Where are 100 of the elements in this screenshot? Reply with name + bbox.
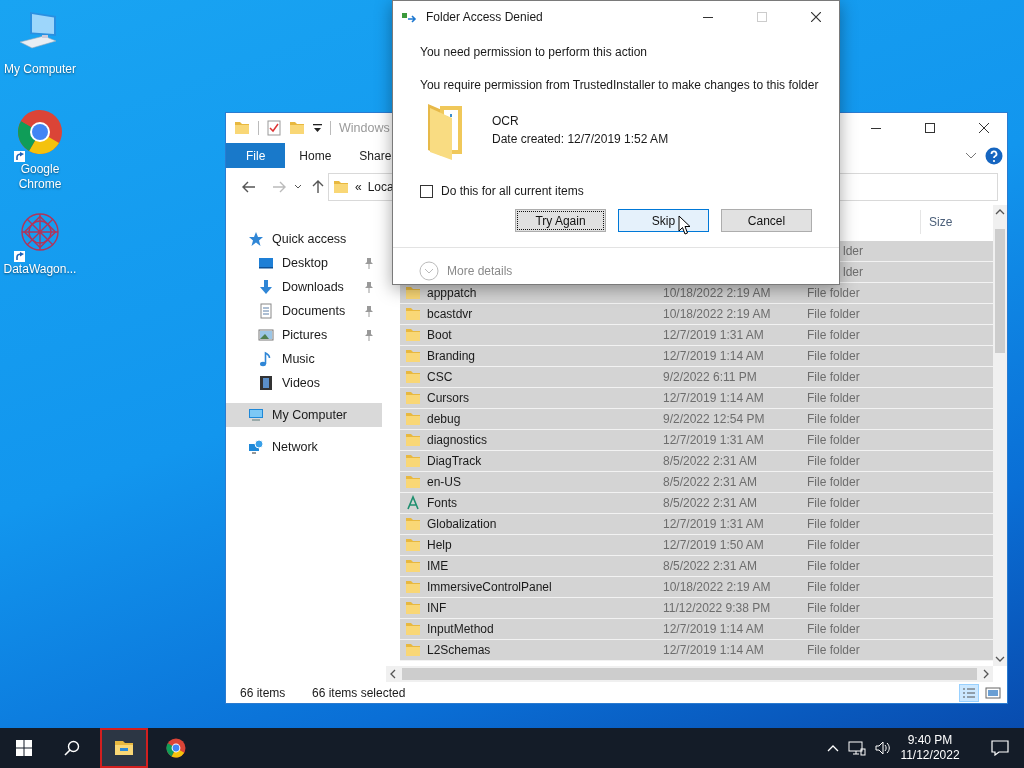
file-row[interactable]: INF 11/12/2022 9:38 PM File folder [400, 598, 993, 619]
folder-icon [405, 621, 421, 637]
folder-icon [405, 285, 421, 301]
checkbox[interactable]: Do this for all current items [420, 182, 584, 200]
type-cell-text: File folder [807, 474, 860, 491]
folder-icon [333, 178, 349, 195]
up-icon[interactable] [312, 179, 324, 194]
file-row[interactable]: Branding 12/7/2019 1:14 AM File folder [400, 346, 993, 367]
recent-dropdown-icon[interactable] [294, 183, 302, 190]
dialog-button[interactable]: Try Again [515, 209, 606, 232]
type-cell-text: File folder [807, 600, 860, 617]
date-cell-text: 8/5/2022 2:31 AM [663, 558, 759, 575]
details-view-icon[interactable] [959, 683, 979, 702]
folder-icon [405, 327, 421, 343]
close-icon [979, 123, 989, 133]
nav-item[interactable]: Videos [226, 371, 382, 395]
date-cell-text: 11/12/2022 9:38 PM [663, 600, 772, 617]
vertical-scrollbar[interactable] [993, 205, 1007, 666]
type-cell-text: File folder [807, 348, 860, 365]
nav-item[interactable]: Desktop [226, 251, 382, 275]
file-row[interactable]: IME 8/5/2022 2:31 AM File folder [400, 556, 993, 577]
horizontal-scrollbar[interactable] [386, 666, 993, 682]
type-cell-text: File folder [807, 327, 860, 344]
properties-icon[interactable] [267, 120, 281, 136]
file-row[interactable]: en-US 8/5/2022 2:31 AM File folder [400, 472, 993, 493]
clock[interactable]: 9:40 PM 11/12/2022 [900, 733, 960, 763]
date-cell-text: 12/7/2019 1:14 AM [663, 621, 765, 638]
date-cell-text: 10/18/2022 2:19 AM [663, 306, 772, 323]
folder-icon [405, 600, 421, 616]
file-row[interactable]: ImmersiveControlPanel 10/18/2022 2:19 AM File folder [400, 577, 993, 598]
nav-item[interactable]: Music [226, 347, 382, 371]
folder-icon [405, 306, 421, 322]
date-cell-text: 10/18/2022 2:19 AM [663, 285, 772, 302]
dialog-button[interactable]: Skip [618, 209, 709, 232]
nav-item[interactable]: Quick access [226, 227, 382, 251]
document-icon [258, 303, 274, 319]
type-cell-text: File folder [807, 642, 860, 659]
status-text: 66 items [240, 684, 287, 702]
chevron-down-icon [419, 261, 439, 281]
back-icon[interactable] [242, 180, 256, 193]
nav-item[interactable]: Pictures [226, 323, 382, 347]
nav-item[interactable]: Network [226, 435, 382, 459]
type-cell-text: File folder [807, 306, 860, 323]
file-row[interactable]: Help 12/7/2019 1:50 AM File folder [400, 535, 993, 556]
move-folder-icon [402, 11, 418, 23]
message-text: You require permission from TrustedInstaller to make changes to this folder [420, 77, 820, 94]
star-icon [248, 231, 264, 247]
file-row[interactable]: DiagTrack 8/5/2022 2:31 AM File folder [400, 451, 993, 472]
nav-item[interactable]: Downloads [226, 275, 382, 299]
help-icon[interactable] [985, 146, 1003, 165]
file-row[interactable]: apppatch 10/18/2022 2:19 AM File folder [400, 283, 993, 304]
file-row[interactable]: diagnostics 12/7/2019 1:31 AM File folder [400, 430, 993, 451]
volume-icon[interactable] [874, 740, 892, 756]
date-cell-text: 8/5/2022 2:31 AM [663, 453, 759, 470]
date-cell-text: 8/5/2022 2:31 AM [663, 474, 759, 491]
type-cell-text: File folder [807, 411, 860, 428]
type-cell-text: File folder [807, 558, 860, 575]
file-row[interactable]: CSC 9/2/2022 6:11 PM File folder [400, 367, 993, 388]
expand-ribbon-icon[interactable] [965, 151, 977, 160]
scroll-thumb[interactable] [402, 668, 977, 680]
ribbon-tab[interactable]: File [226, 143, 286, 168]
network-status-icon[interactable] [848, 740, 866, 756]
nav-item[interactable]: Documents [226, 299, 382, 323]
type-cell-text: File folder [807, 369, 860, 386]
chrome-icon [166, 738, 186, 758]
file-row[interactable]: Cursors 12/7/2019 1:14 AM File folder [400, 388, 993, 409]
breadcrumb-overflow[interactable]: « [355, 177, 362, 196]
scroll-thumb[interactable] [995, 229, 1005, 353]
type-cell-text: File folder [807, 495, 860, 512]
date-cell-text: 9/2/2022 12:54 PM [663, 411, 766, 428]
customize-dropdown-icon[interactable] [313, 123, 322, 133]
type-cell-text: File folder [807, 432, 860, 449]
date-cell-text: 12/7/2019 1:14 AM [663, 390, 765, 407]
file-row[interactable]: Fonts 8/5/2022 2:31 AM File folder [400, 493, 993, 514]
chrome-icon[interactable] [16, 108, 64, 156]
desktop-icon [258, 255, 274, 271]
ribbon-tab[interactable]: Share [345, 143, 406, 168]
computer-icon [248, 407, 264, 423]
close-icon [811, 12, 821, 22]
taskbar-app-button[interactable] [100, 728, 148, 768]
dialog-button[interactable]: Cancel [721, 209, 812, 232]
file-row[interactable]: L2Schemas 12/7/2019 1:14 AM File folder [400, 640, 993, 661]
film-icon [258, 375, 274, 391]
file-row[interactable]: InputMethod 12/7/2019 1:14 AM File folder [400, 619, 993, 640]
minimize-icon [703, 16, 713, 18]
type-cell-text: File folder [807, 579, 860, 596]
file-row[interactable]: Globalization 12/7/2019 1:31 AM File folder [400, 514, 993, 535]
nav-item[interactable]: My Computer [226, 403, 382, 427]
type-cell-text: lder [842, 243, 863, 260]
file-row[interactable]: Boot 12/7/2019 1:31 AM File folder [400, 325, 993, 346]
date-cell-text: 12/7/2019 1:14 AM [663, 642, 765, 659]
ribbon-tab[interactable]: Home [285, 143, 346, 168]
download-icon [258, 279, 274, 295]
file-explorer-icon [114, 738, 134, 758]
network-icon [248, 439, 264, 455]
file-row[interactable]: debug 9/2/2022 12:54 PM File folder [400, 409, 993, 430]
file-row[interactable]: bcastdvr 10/18/2022 2:19 AM File folder [400, 304, 993, 325]
font-icon [405, 495, 421, 511]
type-cell-text: File folder [807, 516, 860, 533]
folder-icon [405, 348, 421, 364]
